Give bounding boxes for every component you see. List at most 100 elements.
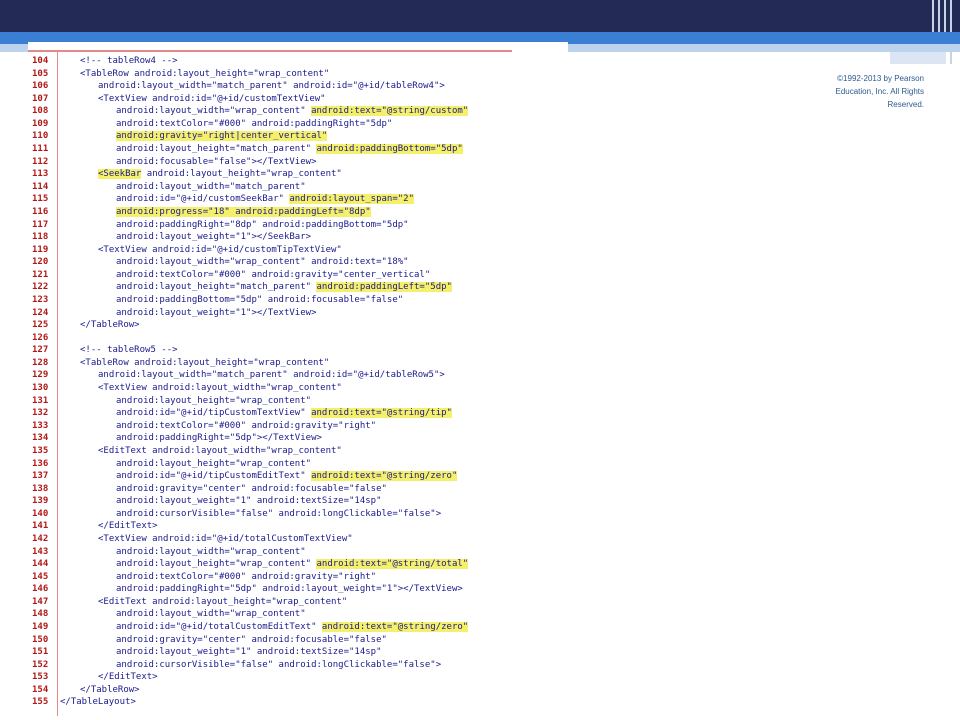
code-text: android:layout_width="wrap_content" andr… [116,256,409,269]
code-text: android:paddingRight="8dp" android:paddi… [116,219,409,232]
code-text: android:layout_weight="1"></SeekBar> [116,231,311,244]
code-text: android:paddingRight="5dp"></TextView> [116,432,322,445]
code-segment: <TextView android:id="@+id/totalCustomTe… [98,533,353,544]
code-line: 132 android:id="@+id/tipCustomTextView" a… [30,407,550,420]
code-line: 112 android:focusable="false"></TextView> [30,156,550,169]
highlighted-code: android:gravity="right|center_vertical" [116,131,328,142]
code-segment: android:gravity="center" android:focusab… [116,634,387,645]
code-line: 155 </TableLayout> [30,696,550,709]
code-segment: <!-- tableRow4 --> [80,56,178,66]
code-text: android:gravity="center" android:focusab… [116,634,387,647]
code-text: </TableLayout> [60,696,136,709]
line-number: 120 [32,257,49,268]
line-number: 144 [32,559,49,570]
code-text: <TextView android:id="@+id/customTipText… [98,244,342,257]
code-text: <!-- tableRow4 --> [80,55,178,68]
code-text: <SeekBar android:layout_height="wrap_con… [98,168,342,181]
code-text: android:layout_width="wrap_content" [116,546,306,559]
line-number: 115 [32,194,49,205]
line-number: 146 [32,584,49,595]
highlighted-code: android:paddingLeft="5dp" [316,282,452,293]
code-line: 125 </TableRow> [30,319,550,332]
line-number: 119 [32,244,49,255]
code-segment: android:layout_weight="1" android:textSi… [116,647,382,658]
code-line: 108 android:layout_width="wrap_content" a… [30,105,550,118]
code-segment: </TableRow> [80,684,140,695]
code-line: 137 android:id="@+id/tipCustomEditText" a… [30,470,550,483]
line-number: 151 [32,647,49,658]
code-segment: <EditText android:layout_height="wrap_co… [98,596,348,607]
code-text: android:textColor="#000" android:padding… [116,118,392,131]
line-number: 134 [32,433,49,444]
line-number: 106 [32,81,49,92]
line-number: 123 [32,294,49,305]
line-number: 122 [32,282,49,293]
code-top-rule [28,50,512,52]
code-segment: android:layout_width="wrap_content" [116,609,306,620]
code-text: android:textColor="#000" android:gravity… [116,571,376,584]
line-number: 147 [32,596,49,607]
copyright-line: ©1992-2013 by Pearson [837,74,924,83]
line-number: 145 [32,571,49,582]
line-number: 154 [32,684,49,695]
code-text: <TableRow android:layout_height="wrap_co… [80,68,329,81]
code-text: <EditText android:layout_height="wrap_co… [98,596,347,609]
code-line: 122 android:layout_height="match_parent" … [30,281,550,294]
code-segment: android:cursorVisible="false" android:lo… [116,659,442,670]
line-number: 110 [32,131,49,142]
code-line: 138 android:gravity="center" android:focu… [30,483,550,496]
code-line: 147 <EditText android:layout_height="wrap… [30,596,550,609]
code-text: android:layout_height="match_parent" and… [116,281,452,294]
code-text: android:textColor="#000" android:gravity… [116,269,430,282]
line-number: 136 [32,458,49,469]
line-number: 118 [32,232,49,243]
line-number: 139 [32,496,49,507]
code-line: 118 android:layout_weight="1"></SeekBar> [30,231,550,244]
code-line: 107 <TextView android:id="@+id/customText… [30,93,550,106]
code-text: android:layout_width="match_parent" andr… [98,369,445,382]
code-text: <EditText android:layout_width="wrap_con… [98,445,342,458]
code-segment: android:layout_width="match_parent" [116,181,306,192]
code-line: 134 android:paddingRight="5dp"></TextView… [30,432,550,445]
code-line: 111 android:layout_height="match_parent" … [30,143,550,156]
code-text: android:gravity="right|center_vertical" [116,130,328,143]
line-number: 125 [32,320,49,331]
code-text: android:layout_height="wrap_content" [116,395,311,408]
highlighted-code: android:layout_span="2" [289,194,415,205]
copyright-notice: ©1992-2013 by Pearson Education, Inc. Al… [794,72,925,111]
code-segment: android:layout_height="match_parent" [116,282,317,293]
code-segment: android:layout_width="wrap_content" [116,106,312,117]
code-line: 121 android:textColor="#000" android:grav… [30,269,550,282]
line-number: 129 [32,370,49,381]
code-text: android:textColor="#000" android:gravity… [116,420,376,433]
code-line: 152 android:cursorVisible="false" android… [30,659,550,672]
code-text: android:layout_width="wrap_content" andr… [116,105,469,118]
code-line: 109 android:textColor="#000" android:padd… [30,118,550,131]
code-line: 130 <TextView android:layout_width="wrap_… [30,382,550,395]
line-number: 114 [32,181,49,192]
line-number: 107 [32,93,49,104]
code-segment: <TextView android:id="@+id/customTextVie… [98,93,326,104]
code-text: android:cursorVisible="false" android:lo… [116,508,441,521]
code-text: </TableRow> [80,684,140,697]
line-number: 137 [32,471,49,482]
code-segment: android:id="@+id/totalCustomEditText" [116,622,322,633]
code-line: 142 <TextView android:id="@+id/totalCusto… [30,533,550,546]
code-segment: <!-- tableRow5 --> [80,345,178,356]
line-number: 155 [32,697,49,708]
code-text: android:layout_height="wrap_content" and… [116,558,469,571]
code-text: <TableRow android:layout_height="wrap_co… [80,357,329,370]
code-segment: android:paddingRight="5dp" android:layou… [116,584,463,595]
code-line: 133 android:textColor="#000" android:grav… [30,420,550,433]
code-text: android:id="@+id/tipCustomTextView" andr… [116,407,452,420]
code-segment: <TableRow android:layout_height="wrap_co… [80,357,330,368]
code-segment: android:layout_height="wrap_content" [116,395,312,406]
line-number: 143 [32,546,49,557]
code-segment: android:layout_weight="1"></TextView> [116,307,317,318]
code-line: 136 android:layout_height="wrap_content" [30,458,550,471]
line-number: 131 [32,395,49,406]
code-listing: 104 <!-- tableRow4 --> 105 <TableRow androi… [30,55,550,709]
code-text: android:progress="18" android:paddingLef… [116,206,371,219]
highlighted-code: android:text="@string/tip" [311,408,452,419]
code-text: android:layout_weight="1"></TextView> [116,307,316,320]
